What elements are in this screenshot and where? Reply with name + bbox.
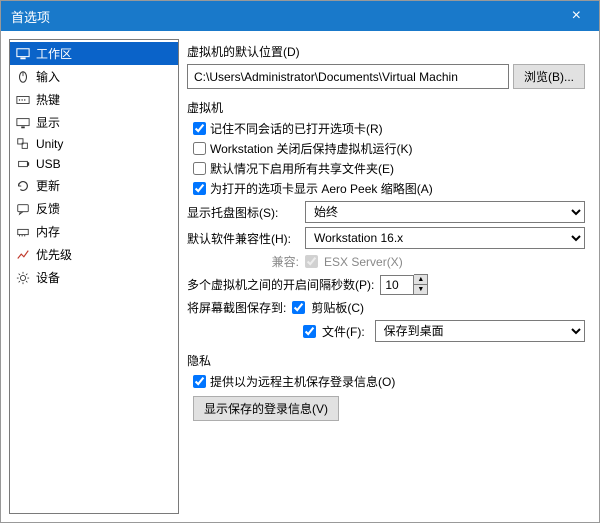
aero-peek-checkbox[interactable]: [193, 182, 206, 195]
display-icon: [16, 116, 30, 130]
keep-running-row[interactable]: Workstation 关闭后保持虚拟机运行(K): [193, 140, 585, 157]
compat-row: 默认软件兼容性(H): Workstation 16.x: [187, 227, 585, 249]
delay-spinner[interactable]: ▲▼: [380, 274, 428, 295]
sidebar-item-workspace[interactable]: 工作区: [10, 42, 178, 65]
tray-icon-row: 显示托盘图标(S): 始终: [187, 201, 585, 223]
compat-select[interactable]: Workstation 16.x: [305, 227, 585, 249]
default-location-title: 虚拟机的默认位置(D): [187, 43, 585, 60]
keep-running-label: Workstation 关闭后保持虚拟机运行(K): [210, 140, 412, 157]
remember-tabs-label: 记住不同会话的已打开选项卡(R): [210, 120, 383, 137]
sidebar-item-label: 输入: [36, 68, 60, 85]
default-location-input[interactable]: [187, 64, 509, 89]
keep-running-checkbox[interactable]: [193, 142, 206, 155]
vm-group-title: 虚拟机: [187, 99, 585, 116]
monitor-icon: [16, 47, 30, 61]
sidebar-item-hotkeys[interactable]: 热键: [10, 88, 178, 111]
show-saved-button[interactable]: 显示保存的登录信息(V): [193, 396, 339, 421]
sidebar-item-memory[interactable]: 内存: [10, 220, 178, 243]
file-label: 文件(F):: [322, 323, 365, 340]
sidebar-item-label: 热键: [36, 91, 60, 108]
enable-shared-checkbox[interactable]: [193, 162, 206, 175]
refresh-icon: [16, 179, 30, 193]
sidebar-item-label: USB: [36, 157, 61, 171]
sidebar-item-devices[interactable]: 设备: [10, 266, 178, 289]
esx-row: 兼容: ESX Server(X): [187, 253, 585, 270]
usb-icon: [16, 157, 30, 171]
clipboard-label: 剪贴板(C): [311, 299, 364, 316]
chat-icon: [16, 202, 30, 216]
titlebar: 首选项 ×: [1, 1, 599, 31]
close-icon[interactable]: ×: [564, 7, 589, 25]
enable-shared-label: 默认情况下启用所有共享文件夹(E): [210, 160, 394, 177]
remember-tabs-row[interactable]: 记住不同会话的已打开选项卡(R): [193, 120, 585, 137]
delay-label: 多个虚拟机之间的开启间隔秒数(P):: [187, 276, 374, 293]
screenshot-file-row: 文件(F): 保存到桌面: [303, 320, 585, 342]
mouse-icon: [16, 70, 30, 84]
gear-icon: [16, 271, 30, 285]
sidebar-item-label: 优先级: [36, 246, 72, 263]
offer-save-row[interactable]: 提供以为远程主机保存登录信息(O): [193, 373, 585, 390]
settings-panel: 虚拟机的默认位置(D) 浏览(B)... 虚拟机 记住不同会话的已打开选项卡(R…: [187, 39, 591, 514]
file-checkbox[interactable]: [303, 325, 316, 338]
sidebar-item-unity[interactable]: Unity: [10, 134, 178, 154]
sidebar-item-label: 显示: [36, 114, 60, 131]
esx-label: ESX Server(X): [324, 255, 403, 269]
tray-icon-select[interactable]: 始终: [305, 201, 585, 223]
sidebar-item-label: 设备: [36, 269, 60, 286]
sidebar-item-feedback[interactable]: 反馈: [10, 197, 178, 220]
privacy-title: 隐私: [187, 352, 585, 369]
group-vm: 虚拟机 记住不同会话的已打开选项卡(R) Workstation 关闭后保持虚拟…: [187, 99, 585, 342]
sidebar-item-label: 内存: [36, 223, 60, 240]
compat-check-label: 兼容:: [187, 253, 299, 270]
sidebar-item-display[interactable]: 显示: [10, 111, 178, 134]
enable-shared-row[interactable]: 默认情况下启用所有共享文件夹(E): [193, 160, 585, 177]
sidebar-item-label: 工作区: [36, 45, 72, 62]
aero-peek-row[interactable]: 为打开的选项卡显示 Aero Peek 缩略图(A): [193, 180, 585, 197]
unity-icon: [16, 137, 30, 151]
spinner-up-icon[interactable]: ▲: [414, 275, 427, 285]
screenshot-row: 将屏幕截图保存到: 剪贴板(C): [187, 299, 585, 316]
browse-button[interactable]: 浏览(B)...: [513, 64, 585, 89]
screenshot-label: 将屏幕截图保存到:: [187, 299, 286, 316]
remember-tabs-checkbox[interactable]: [193, 122, 206, 135]
sidebar-item-input[interactable]: 输入: [10, 65, 178, 88]
delay-row: 多个虚拟机之间的开启间隔秒数(P): ▲▼: [187, 274, 585, 295]
file-location-select[interactable]: 保存到桌面: [375, 320, 585, 342]
spinner-down-icon[interactable]: ▼: [414, 285, 427, 294]
tray-icon-label: 显示托盘图标(S):: [187, 204, 299, 221]
group-default-location: 虚拟机的默认位置(D) 浏览(B)...: [187, 43, 585, 89]
category-sidebar: 工作区 输入 热键 显示 Unity USB 更新 反馈: [9, 39, 179, 514]
keyboard-icon: [16, 93, 30, 107]
sidebar-item-label: 更新: [36, 177, 60, 194]
offer-save-checkbox[interactable]: [193, 375, 206, 388]
sidebar-item-usb[interactable]: USB: [10, 154, 178, 174]
chart-icon: [16, 248, 30, 262]
sidebar-item-priority[interactable]: 优先级: [10, 243, 178, 266]
clipboard-checkbox[interactable]: [292, 301, 305, 314]
sidebar-item-updates[interactable]: 更新: [10, 174, 178, 197]
memory-icon: [16, 225, 30, 239]
aero-peek-label: 为打开的选项卡显示 Aero Peek 缩略图(A): [210, 180, 433, 197]
dialog-body: 工作区 输入 热键 显示 Unity USB 更新 反馈: [1, 31, 599, 522]
sidebar-item-label: 反馈: [36, 200, 60, 217]
sidebar-item-label: Unity: [36, 137, 63, 151]
delay-input[interactable]: [380, 275, 414, 295]
window-title: 首选项: [11, 7, 50, 26]
group-privacy: 隐私 提供以为远程主机保存登录信息(O) 显示保存的登录信息(V): [187, 352, 585, 421]
offer-save-label: 提供以为远程主机保存登录信息(O): [210, 373, 395, 390]
compat-label: 默认软件兼容性(H):: [187, 230, 299, 247]
esx-checkbox: [305, 255, 318, 268]
